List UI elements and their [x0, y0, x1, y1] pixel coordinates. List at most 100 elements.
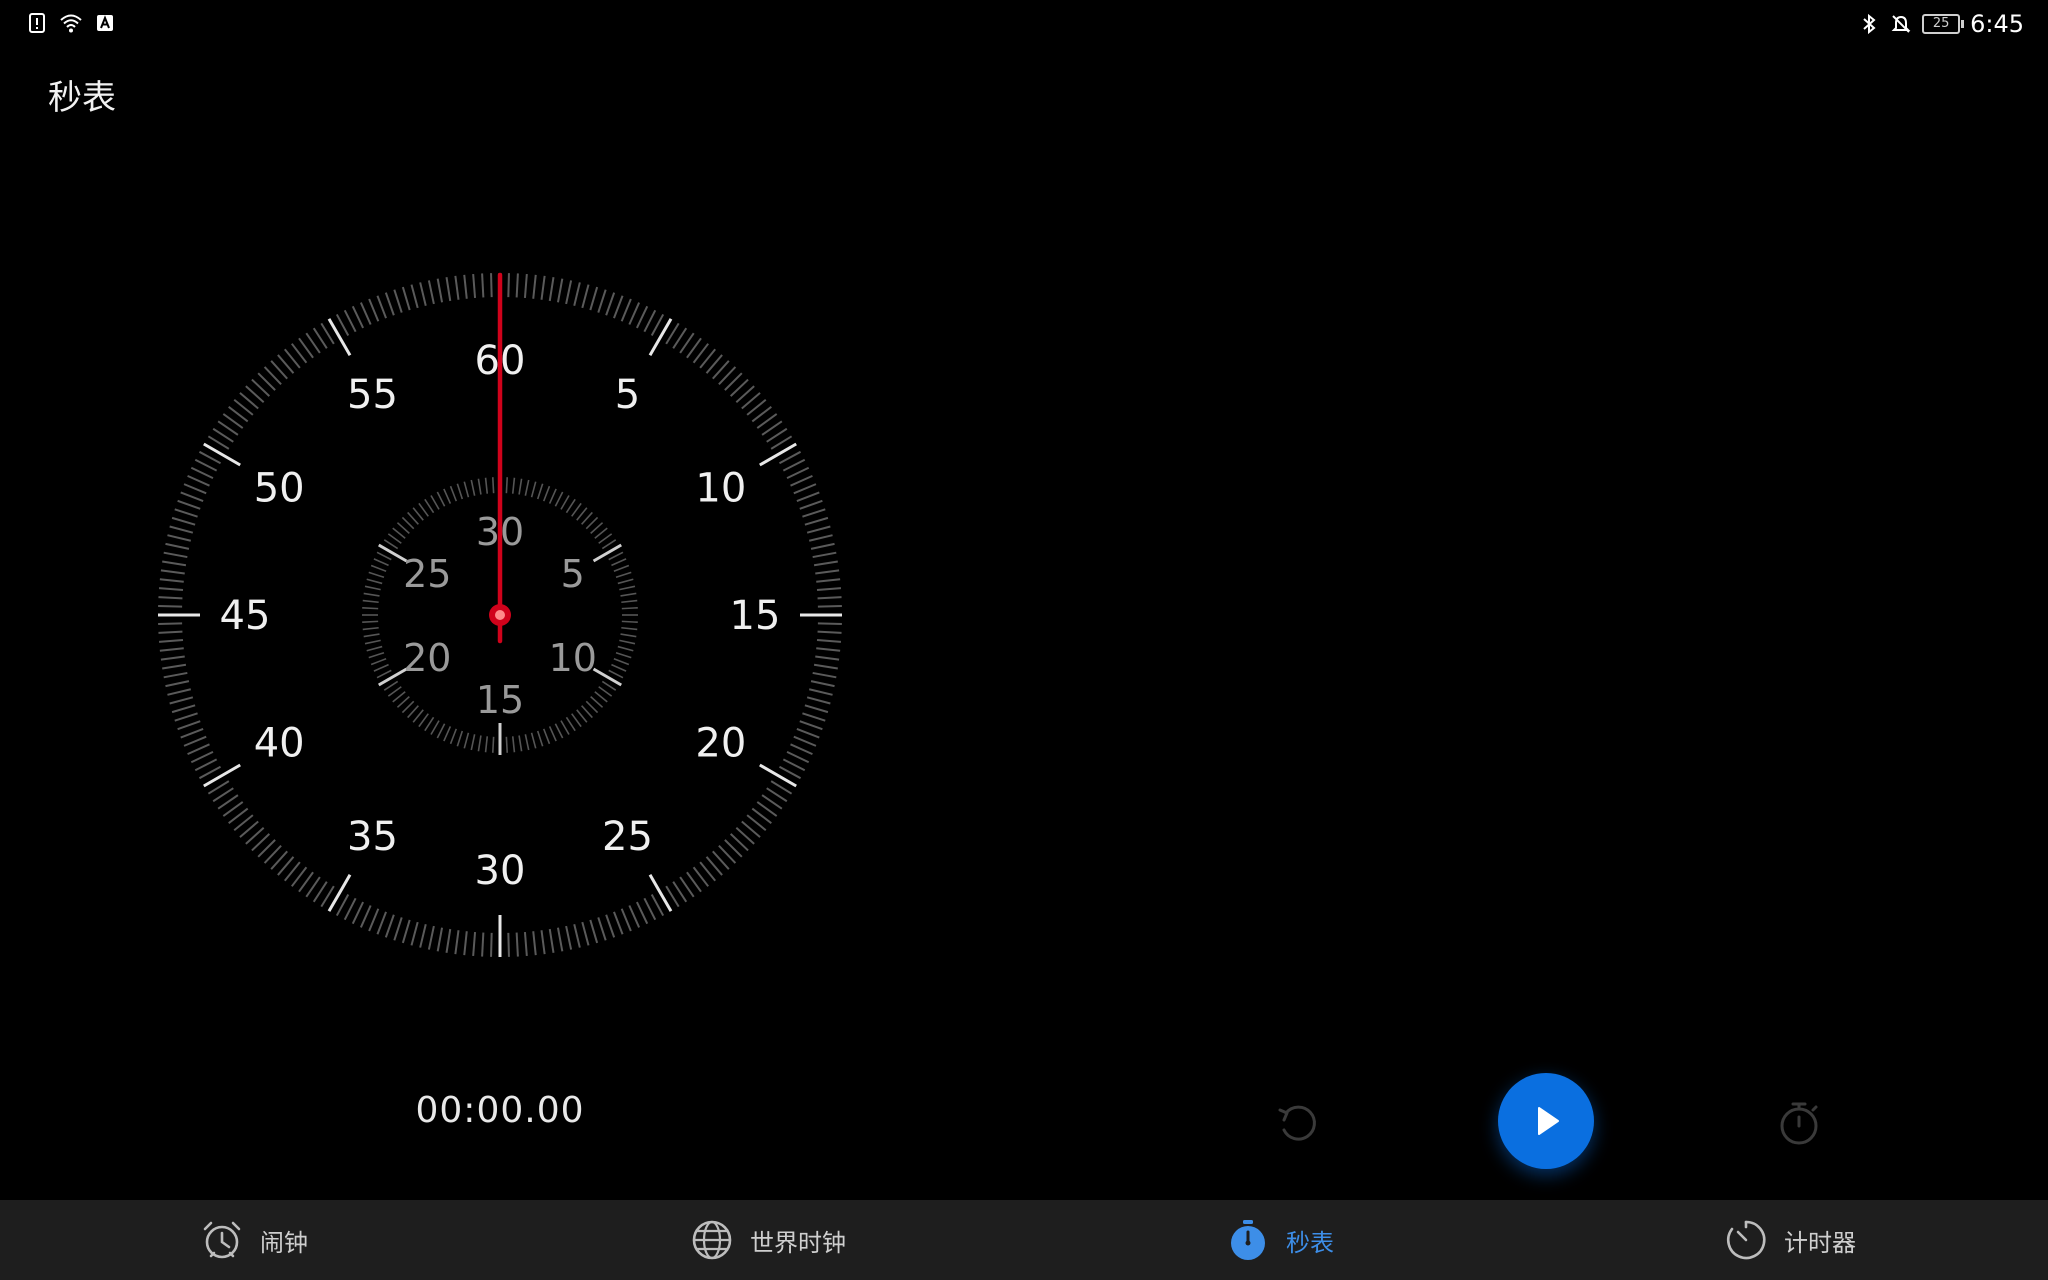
- outer-minor-tick: [815, 655, 840, 661]
- inner-minor-tick: [536, 483, 544, 500]
- inner-minor-tick: [463, 481, 470, 498]
- tab-stopwatch[interactable]: 秒表: [1226, 1200, 1334, 1280]
- outer-minor-tick: [804, 516, 829, 526]
- outer-minor-tick: [162, 663, 187, 670]
- tab-world-clock[interactable]: 世界时钟: [690, 1200, 846, 1280]
- outer-minor-tick: [187, 743, 210, 756]
- outer-minor-tick: [171, 704, 196, 714]
- outer-minor-tick: [808, 534, 833, 542]
- outer-minor-tick: [581, 921, 590, 946]
- outer-minor-tick: [490, 273, 493, 298]
- inner-minor-tick: [590, 522, 604, 534]
- start-button[interactable]: [1498, 1073, 1594, 1169]
- elapsed-time: 00:00.00: [415, 1090, 585, 1131]
- inner-minor-tick: [585, 700, 599, 714]
- outer-minor-tick: [540, 930, 546, 955]
- outer-minor-tick: [174, 508, 198, 518]
- outer-minor-tick: [359, 302, 372, 325]
- outer-minor-tick: [816, 578, 841, 583]
- outer-minor-tick: [628, 905, 641, 928]
- inner-minor-tick: [621, 599, 638, 604]
- lap-button[interactable]: [1772, 1096, 1826, 1150]
- outer-minor-tick: [815, 569, 840, 575]
- page-title: 秒表: [48, 78, 116, 118]
- inner-dial-label: 25: [403, 552, 451, 596]
- outer-minor-tick: [540, 275, 546, 300]
- outer-dial-label: 45: [220, 593, 271, 639]
- outer-minor-tick: [401, 919, 411, 944]
- inner-minor-tick: [511, 477, 516, 494]
- inner-minor-tick: [620, 633, 637, 638]
- inner-minor-tick: [363, 592, 380, 597]
- outer-major-tick: [759, 442, 797, 467]
- outer-minor-tick: [472, 273, 477, 299]
- inner-minor-tick: [530, 732, 537, 749]
- outer-minor-tick: [183, 483, 207, 495]
- inner-minor-tick: [617, 578, 634, 585]
- outer-minor-tick: [790, 474, 813, 487]
- outer-minor-tick: [613, 295, 624, 319]
- outer-minor-tick: [796, 491, 820, 502]
- inner-minor-tick: [554, 491, 564, 507]
- inner-minor-tick: [401, 516, 415, 530]
- tab-alarm-label: 闹钟: [260, 1228, 308, 1257]
- inner-minor-tick: [548, 726, 557, 742]
- outer-minor-tick: [802, 508, 826, 518]
- inner-minor-tick: [542, 728, 551, 745]
- outer-major-tick: [648, 874, 673, 912]
- inner-minor-tick: [554, 723, 564, 739]
- outer-minor-tick: [532, 931, 537, 956]
- outer-minor-tick: [817, 630, 842, 634]
- inner-minor-tick: [576, 709, 588, 723]
- play-icon: [1538, 1107, 1559, 1135]
- inner-minor-tick: [615, 571, 632, 579]
- inner-minor-tick: [617, 645, 634, 652]
- outer-minor-tick: [343, 309, 357, 333]
- tab-alarm[interactable]: 闹钟: [200, 1200, 308, 1280]
- inner-minor-tick: [463, 732, 470, 749]
- outer-minor-tick: [445, 928, 452, 953]
- stopwatch-screen: 25 6:45 秒表 60 5 10 15 20 25 30 35 40 45 50 55 30 5 10 1…: [0, 0, 2048, 1280]
- outer-minor-tick: [160, 655, 185, 661]
- outer-minor-tick: [171, 516, 196, 526]
- inner-minor-tick: [456, 483, 464, 500]
- inner-dial-label: 20: [403, 636, 451, 680]
- outer-minor-tick: [635, 901, 649, 925]
- inner-minor-tick: [392, 527, 406, 539]
- outer-minor-tick: [810, 542, 835, 550]
- outer-minor-tick: [187, 474, 210, 487]
- tab-world-clock-label: 世界时钟: [750, 1228, 846, 1257]
- outer-minor-tick: [384, 914, 395, 938]
- inner-minor-tick: [370, 564, 387, 573]
- stopwatch-dial-face: 6051015202530354045505530510152025: [158, 272, 842, 957]
- inner-minor-tick: [601, 680, 617, 691]
- inner-major-tick: [592, 543, 622, 563]
- inner-minor-tick: [484, 477, 489, 494]
- outer-minor-tick: [813, 663, 838, 670]
- outer-minor-tick: [158, 638, 184, 643]
- reset-button[interactable]: [1270, 1096, 1324, 1150]
- outer-minor-tick: [782, 458, 806, 472]
- inner-minor-tick: [456, 730, 464, 747]
- inner-minor-tick: [518, 478, 523, 495]
- tab-timer[interactable]: 计时器: [1724, 1200, 1856, 1280]
- inner-minor-tick: [621, 606, 638, 610]
- inner-minor-tick: [581, 511, 593, 525]
- outer-minor-tick: [799, 499, 823, 510]
- outer-minor-tick: [401, 286, 411, 311]
- outer-minor-tick: [523, 273, 528, 299]
- outer-minor-tick: [463, 274, 468, 299]
- outer-minor-tick: [597, 917, 607, 941]
- inner-minor-tick: [362, 606, 379, 610]
- outer-dial-label: 20: [695, 721, 746, 767]
- inner-minor-tick: [362, 626, 379, 631]
- outer-minor-tick: [177, 720, 201, 731]
- outer-minor-tick: [359, 905, 372, 928]
- outer-minor-tick: [816, 647, 841, 652]
- outer-minor-tick: [376, 295, 387, 319]
- bluetooth-icon: [1863, 13, 1876, 35]
- inner-minor-tick: [436, 723, 446, 739]
- inner-minor-tick: [611, 663, 627, 672]
- outer-minor-tick: [165, 542, 190, 550]
- outer-minor-tick: [548, 928, 555, 953]
